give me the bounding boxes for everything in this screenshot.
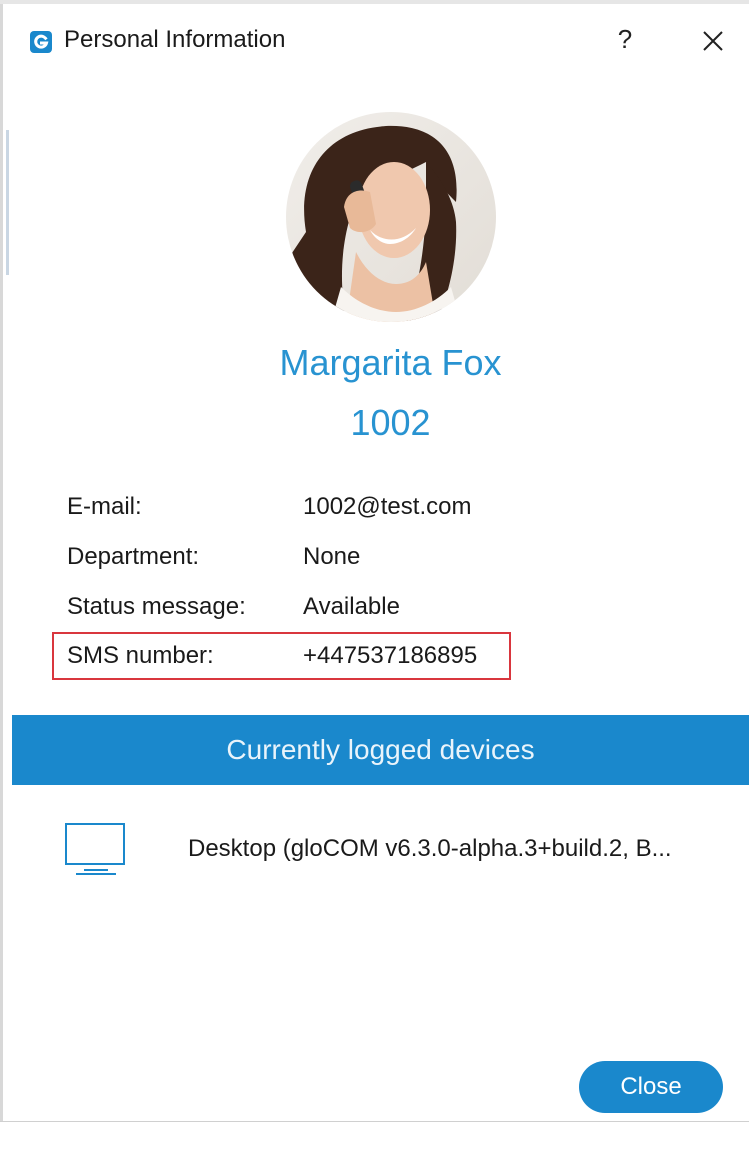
monitor-icon — [64, 822, 128, 878]
close-icon[interactable] — [694, 22, 732, 60]
help-button[interactable]: ? — [608, 22, 642, 56]
sms-highlight-box — [52, 632, 511, 680]
glocom-logo-icon — [30, 31, 52, 53]
department-value: None — [303, 543, 361, 570]
user-name: Margarita Fox — [279, 342, 502, 383]
status-message-label: Status message: — [67, 593, 246, 620]
status-message-value: Available — [303, 593, 400, 620]
window-title: Personal Information — [64, 26, 286, 53]
devices-header: Currently logged devices — [12, 715, 749, 785]
device-item-desktop: Desktop (gloCOM v6.3.0-alpha.3+build.2, … — [188, 835, 672, 862]
department-label: Department: — [67, 543, 200, 570]
avatar — [286, 112, 496, 322]
title-bar[interactable]: Personal Information ? — [0, 4, 749, 72]
email-value: 1002@test.com — [303, 493, 472, 520]
background-window-edge — [6, 130, 9, 275]
window-left-edge — [0, 0, 3, 1149]
email-label: E-mail: — [67, 493, 142, 520]
close-button[interactable]: Close — [579, 1061, 723, 1113]
user-extension: 1002 — [350, 402, 431, 443]
window-bottom-edge — [0, 1121, 749, 1150]
